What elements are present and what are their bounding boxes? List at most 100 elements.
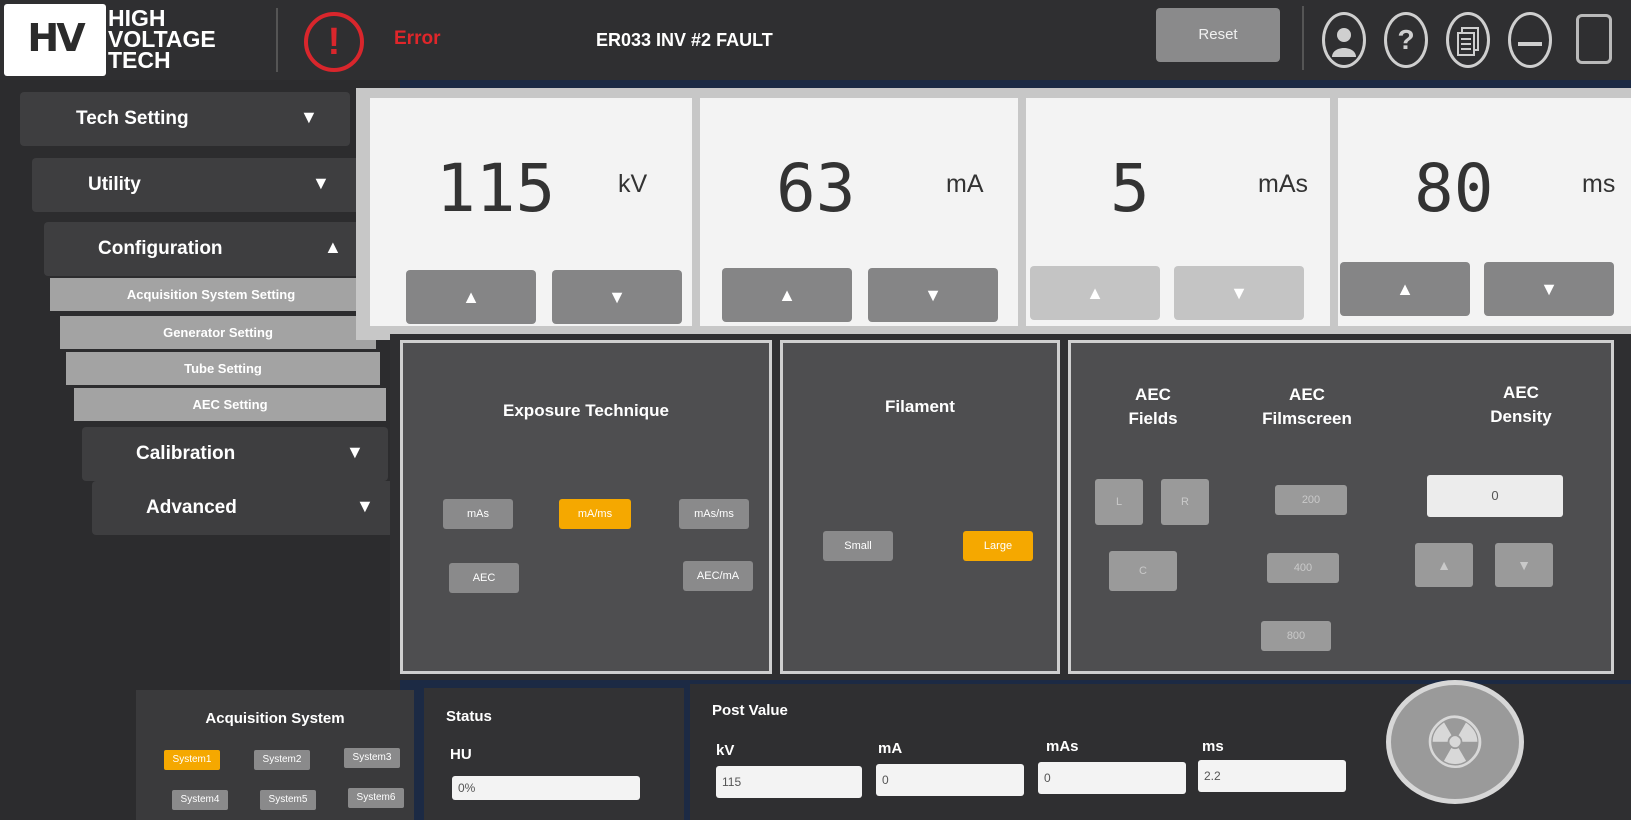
submenu-generator-setting[interactable]: Generator Setting <box>60 316 376 349</box>
mas-down-button[interactable]: ▼ <box>1174 266 1304 320</box>
aec-fields-title-line: AEC <box>1135 385 1171 404</box>
mas-value: 5 <box>1110 150 1150 227</box>
documents-icon[interactable] <box>1446 12 1490 68</box>
error-icon: ! <box>304 12 364 72</box>
reset-button[interactable]: Reset <box>1156 8 1280 62</box>
sidebar-item-calibration[interactable]: Calibration ▼ <box>82 427 388 481</box>
filament-small-button[interactable]: Small <box>823 531 893 561</box>
chevron-down-icon: ▼ <box>312 173 330 193</box>
post-mas-label: mAs <box>1046 738 1079 755</box>
aec-density-title-line: AEC <box>1503 383 1539 402</box>
aec-filmscreen-800-button[interactable]: 800 <box>1261 621 1331 651</box>
ma-up-button[interactable]: ▲ <box>722 268 852 322</box>
kv-up-button[interactable]: ▲ <box>406 270 536 324</box>
minimize-icon[interactable] <box>1508 12 1552 68</box>
aec-field-c-button[interactable]: C <box>1109 551 1177 591</box>
system5-button[interactable]: System5 <box>260 790 316 810</box>
filament-title: Filament <box>885 397 955 416</box>
submenu-tube-setting[interactable]: Tube Setting <box>66 352 380 385</box>
post-kv-field: 115 <box>716 766 862 798</box>
system1-button[interactable]: System1 <box>164 750 220 770</box>
kv-down-button[interactable]: ▼ <box>552 270 682 324</box>
sidebar-item-configuration[interactable]: Configuration ▲ <box>44 222 374 276</box>
hu-label: HU <box>450 746 472 763</box>
hu-value-field: 0% <box>452 776 640 800</box>
logo: HV <box>4 4 106 76</box>
post-ms-field: 2.2 <box>1198 760 1346 792</box>
submenu-acquisition-system-setting[interactable]: Acquisition System Setting <box>50 278 372 311</box>
acquisition-system-panel: Acquisition System System1 System2 Syste… <box>136 690 414 820</box>
mas-unit: mAs <box>1258 170 1308 198</box>
chevron-down-icon: ▼ <box>300 107 318 127</box>
kv-unit: kV <box>618 170 648 198</box>
aec-filmscreen-title-line: Filmscreen <box>1262 409 1352 428</box>
system4-button[interactable]: System4 <box>172 790 228 810</box>
exposure-technique-title: Exposure Technique <box>503 401 669 420</box>
window-icon[interactable] <box>1576 14 1612 64</box>
aec-density-down-button[interactable]: ▼ <box>1495 543 1553 587</box>
status-title: Status <box>446 708 492 725</box>
submenu-aec-setting[interactable]: AEC Setting <box>74 388 386 421</box>
sidebar-item-label: Advanced <box>146 497 237 518</box>
system6-button[interactable]: System6 <box>348 788 404 808</box>
divider <box>1302 6 1304 70</box>
logo-line: TECH <box>108 47 171 73</box>
filament-large-button[interactable]: Large <box>963 531 1033 561</box>
post-value-title: Post Value <box>712 702 788 719</box>
sidebar-item-tech-setting[interactable]: Tech Setting ▼ <box>20 92 350 146</box>
aec-density-up-button[interactable]: ▲ <box>1415 543 1473 587</box>
technique-mas-ms-button[interactable]: mAs/ms <box>679 499 749 529</box>
sidebar-item-advanced[interactable]: Advanced ▼ <box>92 481 398 535</box>
aec-density-title: AEC Density <box>1471 381 1571 429</box>
aec-panel: AEC Fields AEC Filmscreen AEC Density L … <box>1068 340 1614 674</box>
ma-down-button[interactable]: ▼ <box>868 268 998 322</box>
ms-card: 80 ms ▲ ▼ <box>1338 98 1631 326</box>
kv-card: 115 kV ▲ ▼ <box>370 98 692 326</box>
kv-value: 115 <box>436 150 556 227</box>
aec-fields-title: AEC Fields <box>1109 383 1197 431</box>
aec-density-value: 0 <box>1427 475 1563 517</box>
post-ms-label: ms <box>1202 738 1224 755</box>
aec-filmscreen-200-button[interactable]: 200 <box>1275 485 1347 515</box>
aec-field-r-button[interactable]: R <box>1161 479 1209 525</box>
technique-mas-button[interactable]: mAs <box>443 499 513 529</box>
system3-button[interactable]: System3 <box>344 748 400 768</box>
aec-field-l-button[interactable]: L <box>1095 479 1143 525</box>
system2-button[interactable]: System2 <box>254 750 310 770</box>
sidebar-item-label: Calibration <box>136 443 236 464</box>
logo-mark: HV <box>27 16 85 60</box>
ms-value: 80 <box>1414 150 1494 227</box>
divider <box>276 8 278 72</box>
chevron-down-icon: ▼ <box>346 442 364 462</box>
ma-value: 63 <box>776 150 856 227</box>
sidebar-item-utility[interactable]: Utility ▼ <box>32 158 362 212</box>
ms-unit: ms <box>1582 170 1616 198</box>
filament-panel: Filament Small Large <box>780 340 1060 674</box>
ms-down-button[interactable]: ▼ <box>1484 262 1614 316</box>
aec-filmscreen-title-line: AEC <box>1289 385 1325 404</box>
logo-text: HIGH VOLTAGE TECH <box>108 7 268 73</box>
exposure-technique-panel: Exposure Technique mAs mA/ms mAs/ms AEC … <box>400 340 772 674</box>
technique-ma-ms-button[interactable]: mA/ms <box>559 499 631 529</box>
sidebar-item-label: Utility <box>88 174 141 195</box>
aec-fields-title-line: Fields <box>1128 409 1178 428</box>
ma-card: 63 mA ▲ ▼ <box>700 98 1018 326</box>
aec-filmscreen-title: AEC Filmscreen <box>1247 383 1367 431</box>
chevron-down-icon: ▼ <box>356 496 374 516</box>
sidebar-item-label: Tech Setting <box>76 108 189 129</box>
ms-up-button[interactable]: ▲ <box>1340 262 1470 316</box>
user-icon[interactable] <box>1322 12 1366 68</box>
radiation-icon[interactable]: ☢ <box>1386 680 1524 804</box>
technique-aec-button[interactable]: AEC <box>449 563 519 593</box>
post-kv-label: kV <box>716 742 735 759</box>
aec-density-title-line: Density <box>1490 407 1552 426</box>
aec-filmscreen-400-button[interactable]: 400 <box>1267 553 1339 583</box>
help-icon[interactable]: ? <box>1384 12 1428 68</box>
acquisition-system-title: Acquisition System <box>205 710 345 727</box>
ma-unit: mA <box>946 170 984 198</box>
mas-up-button[interactable]: ▲ <box>1030 266 1160 320</box>
error-label: Error <box>394 28 441 49</box>
mas-card: 5 mAs ▲ ▼ <box>1026 98 1330 326</box>
sidebar-item-label: Configuration <box>98 238 223 259</box>
technique-aec-ma-button[interactable]: AEC/mA <box>683 561 753 591</box>
